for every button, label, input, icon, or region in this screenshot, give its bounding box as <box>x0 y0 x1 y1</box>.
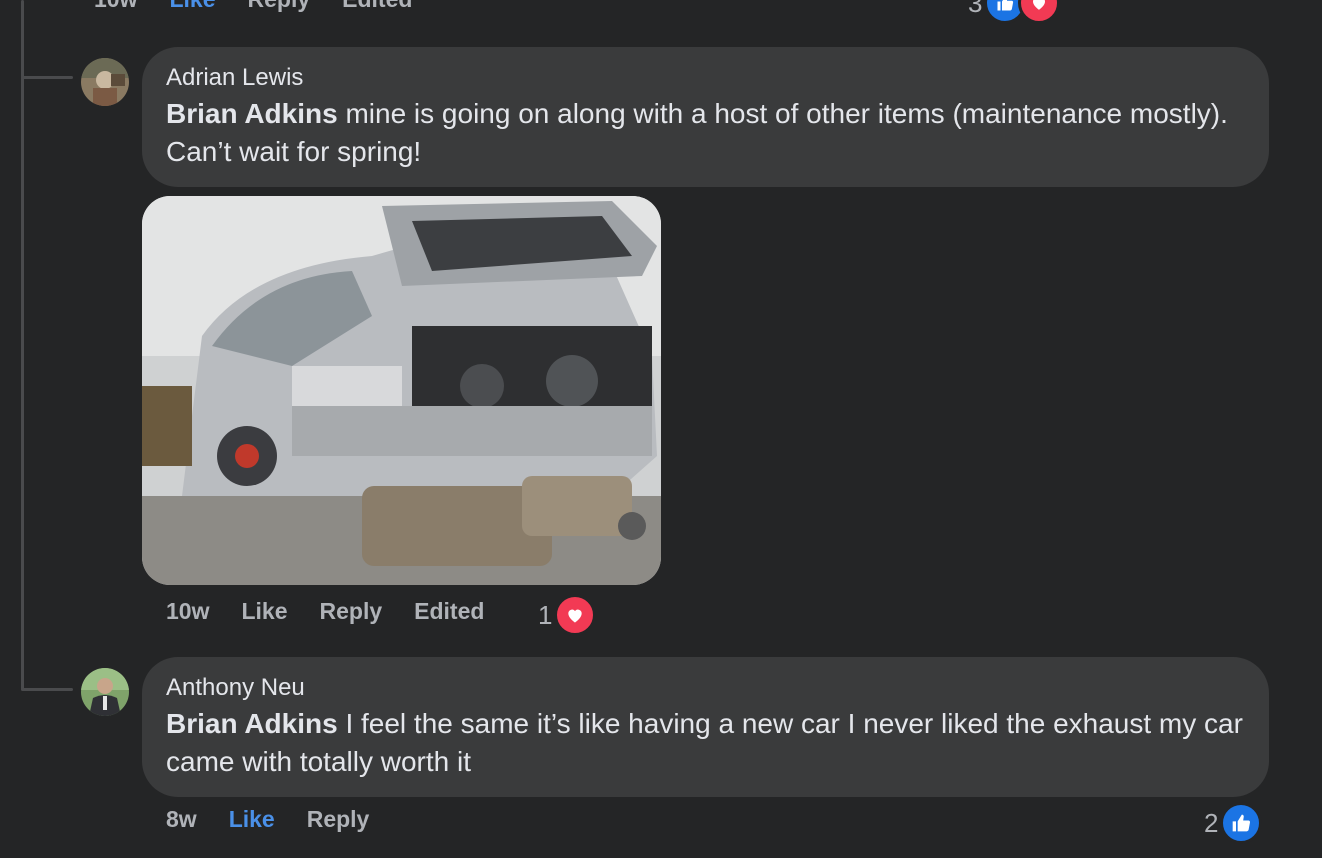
reactions-adrian[interactable]: 1 <box>538 594 597 636</box>
prev-comment-actions: 10w Like Reply Edited <box>94 0 412 13</box>
reaction-count: 2 <box>1204 807 1219 838</box>
like-button[interactable]: Like <box>229 806 275 833</box>
heart-icon <box>554 594 597 636</box>
comment-photo[interactable] <box>142 196 661 585</box>
prev-edited-label: Edited <box>342 0 412 13</box>
prev-like-button[interactable]: Like <box>169 0 215 13</box>
thread-line-branch-1 <box>21 76 73 79</box>
reactions-anthony[interactable]: 2 <box>1204 802 1263 844</box>
prev-time[interactable]: 10w <box>94 0 137 13</box>
comment-text: Brian Adkins mine is going on along with… <box>166 95 1245 171</box>
like-button[interactable]: Like <box>241 598 287 625</box>
comment-actions-anthony: 8w Like Reply <box>166 806 369 833</box>
comment-author[interactable]: Anthony Neu <box>166 673 1245 703</box>
prev-reactions[interactable]: 3 <box>968 0 1061 24</box>
thumbs-up-icon <box>1220 802 1263 844</box>
comment-bubble-adrian: Adrian Lewis Brian Adkins mine is going … <box>142 47 1269 187</box>
comment-actions-adrian: 10w Like Reply Edited <box>166 598 484 625</box>
edited-label: Edited <box>414 598 485 624</box>
mention-link[interactable]: Brian Adkins <box>166 708 338 739</box>
reaction-count: 1 <box>538 599 553 630</box>
comment-time[interactable]: 10w <box>166 598 209 625</box>
thread-line-vertical <box>21 0 24 690</box>
comment-bubble-anthony: Anthony Neu Brian Adkins I feel the same… <box>142 657 1269 797</box>
comment-time[interactable]: 8w <box>166 806 197 833</box>
avatar-anthony-neu[interactable] <box>81 668 129 716</box>
prev-reaction-count: 3 <box>968 0 983 18</box>
comment-text: Brian Adkins I feel the same it’s like h… <box>166 705 1245 781</box>
prev-reply-button[interactable]: Reply <box>248 0 311 13</box>
heart-icon <box>1018 0 1061 24</box>
thread-line-branch-2 <box>21 688 73 691</box>
comment-author[interactable]: Adrian Lewis <box>166 63 1245 93</box>
reply-button[interactable]: Reply <box>320 598 383 625</box>
avatar-adrian-lewis[interactable] <box>81 58 129 106</box>
mention-link[interactable]: Brian Adkins <box>166 98 338 129</box>
reply-button[interactable]: Reply <box>307 806 370 833</box>
